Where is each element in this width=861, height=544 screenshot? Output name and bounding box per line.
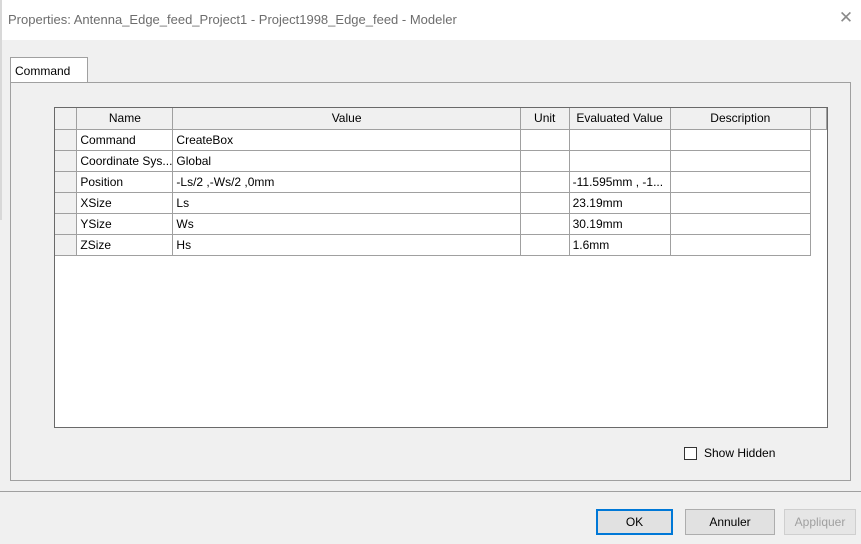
table-row[interactable]: YSize Ws 30.19mm bbox=[55, 212, 827, 235]
cell-evaluated-value bbox=[568, 128, 671, 151]
cell-name[interactable]: Command bbox=[76, 128, 174, 151]
table-row[interactable]: Command CreateBox bbox=[55, 128, 827, 151]
cell-description[interactable] bbox=[669, 149, 812, 172]
row-filler bbox=[811, 213, 827, 234]
header-filler bbox=[810, 108, 827, 130]
cell-unit[interactable] bbox=[519, 191, 570, 214]
show-hidden-checkbox[interactable] bbox=[684, 447, 697, 460]
tab-command-label: Command bbox=[15, 64, 71, 78]
properties-grid: Name Value Unit Evaluated Value Descript… bbox=[54, 107, 828, 428]
cell-evaluated-value: 30.19mm bbox=[568, 212, 671, 235]
tab-command[interactable]: Command bbox=[10, 57, 88, 83]
ok-button[interactable]: OK bbox=[596, 509, 673, 535]
cell-name[interactable]: ZSize bbox=[76, 233, 174, 256]
title-bar: Properties: Antenna_Edge_feed_Project1 -… bbox=[0, 0, 861, 40]
cell-description[interactable] bbox=[669, 191, 812, 214]
column-header-unit[interactable]: Unit bbox=[519, 108, 570, 130]
header-row: Name Value Unit Evaluated Value Descript… bbox=[55, 108, 827, 130]
row-header[interactable] bbox=[55, 128, 78, 151]
row-filler bbox=[811, 234, 827, 255]
cancel-button[interactable]: Annuler bbox=[685, 509, 775, 535]
show-hidden-label[interactable]: Show Hidden bbox=[704, 446, 775, 460]
cell-evaluated-value bbox=[568, 149, 671, 172]
apply-button[interactable]: Appliquer bbox=[784, 509, 856, 535]
cell-name[interactable]: XSize bbox=[76, 191, 174, 214]
cell-evaluated-value: 23.19mm bbox=[568, 191, 671, 214]
column-header-evaluated-value[interactable]: Evaluated Value bbox=[568, 108, 671, 130]
column-header-value[interactable]: Value bbox=[172, 108, 521, 130]
cell-value[interactable]: Hs bbox=[172, 233, 521, 256]
cell-name[interactable]: Coordinate Sys... bbox=[76, 149, 174, 172]
properties-table: Name Value Unit Evaluated Value Descript… bbox=[55, 108, 827, 256]
cell-description[interactable] bbox=[669, 212, 812, 235]
row-header[interactable] bbox=[55, 191, 78, 214]
row-header[interactable] bbox=[55, 149, 78, 172]
table-row[interactable]: Coordinate Sys... Global bbox=[55, 149, 827, 172]
cell-unit[interactable] bbox=[519, 128, 570, 151]
cell-value[interactable]: CreateBox bbox=[172, 128, 521, 151]
column-header-description[interactable]: Description bbox=[669, 108, 812, 130]
row-header[interactable] bbox=[55, 170, 78, 193]
window-edge bbox=[0, 0, 2, 220]
cell-value[interactable]: -Ls/2 ,-Ws/2 ,0mm bbox=[172, 170, 521, 193]
row-filler bbox=[811, 192, 827, 213]
row-header[interactable] bbox=[55, 212, 78, 235]
cell-value[interactable]: Global bbox=[172, 149, 521, 172]
table-row[interactable]: Position -Ls/2 ,-Ws/2 ,0mm -11.595mm , -… bbox=[55, 170, 827, 193]
cell-value[interactable]: Ls bbox=[172, 191, 521, 214]
cell-unit[interactable] bbox=[519, 149, 570, 172]
cell-description[interactable] bbox=[669, 170, 812, 193]
cell-value[interactable]: Ws bbox=[172, 212, 521, 235]
cell-unit[interactable] bbox=[519, 170, 570, 193]
table-row[interactable]: XSize Ls 23.19mm bbox=[55, 191, 827, 214]
cell-description[interactable] bbox=[669, 128, 812, 151]
cell-unit[interactable] bbox=[519, 233, 570, 256]
cell-evaluated-value: 1.6mm bbox=[568, 233, 671, 256]
row-filler bbox=[811, 129, 827, 150]
row-header[interactable] bbox=[55, 233, 78, 256]
row-filler bbox=[811, 171, 827, 192]
window-title: Properties: Antenna_Edge_feed_Project1 -… bbox=[8, 12, 457, 27]
cell-description[interactable] bbox=[669, 233, 812, 256]
cell-name[interactable]: YSize bbox=[76, 212, 174, 235]
column-header-name[interactable]: Name bbox=[76, 108, 174, 130]
cell-evaluated-value: -11.595mm , -1... bbox=[568, 170, 671, 193]
table-row[interactable]: ZSize Hs 1.6mm bbox=[55, 233, 827, 256]
cell-name[interactable]: Position bbox=[76, 170, 174, 193]
row-filler bbox=[811, 150, 827, 171]
footer-separator bbox=[0, 491, 861, 492]
close-icon[interactable]: ✕ bbox=[837, 9, 855, 27]
cell-unit[interactable] bbox=[519, 212, 570, 235]
corner-header bbox=[55, 108, 78, 130]
